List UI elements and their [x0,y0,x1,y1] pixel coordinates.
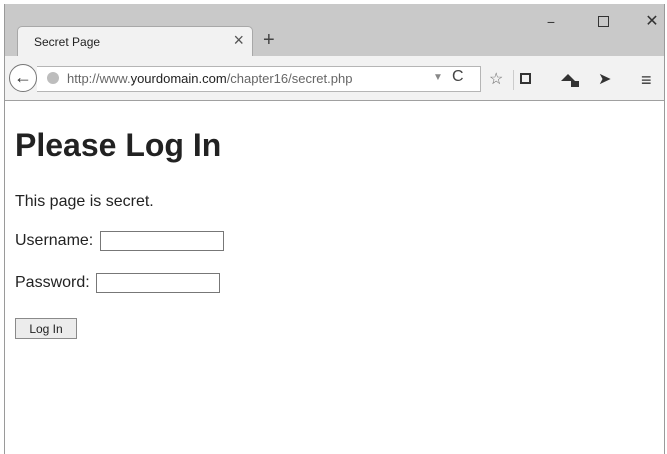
url-domain: yourdomain.com [130,71,227,86]
browser-window: Secret Page × + − ✕ http://www.yourdomai… [4,4,665,454]
menu-icon[interactable]: ≡ [641,71,652,89]
address-bar[interactable]: http://www.yourdomain.com/chapter16/secr… [37,66,481,92]
page-heading: Please Log In [15,127,222,163]
navigation-toolbar: http://www.yourdomain.com/chapter16/secr… [5,56,664,101]
back-arrow-icon: ← [14,67,32,87]
maximize-icon[interactable] [593,14,613,30]
new-tab-icon[interactable]: + [263,29,275,51]
page-content: Please Log In This page is secret. Usern… [5,101,664,454]
site-identity-icon[interactable] [47,72,59,84]
bookmark-star-icon[interactable]: ☆ [489,72,503,88]
reload-icon[interactable]: C [452,68,464,86]
password-row: Password: [15,273,221,293]
tab-secret-page[interactable]: Secret Page × [17,26,253,56]
toolbar-divider [513,70,514,90]
close-window-icon[interactable]: ✕ [642,14,662,30]
log-in-button[interactable]: Log In [15,318,77,339]
secret-message: This page is secret. [15,193,154,210]
tab-close-icon[interactable]: × [233,30,244,50]
minimize-icon[interactable]: − [541,14,561,30]
username-label: Username: [15,232,94,250]
password-input[interactable] [96,273,221,293]
url-prefix: http://www. [67,71,131,86]
username-row: Username: [15,231,224,251]
url-path: /chapter16/secret.php [226,71,353,86]
home-icon[interactable] [561,72,579,88]
url-dropdown-icon[interactable]: ▼ [433,72,443,83]
title-bar: Secret Page × + − ✕ [5,4,664,56]
back-button[interactable]: ← [9,64,37,92]
reading-list-icon[interactable] [520,72,531,88]
password-label: Password: [15,274,90,292]
tab-title: Secret Page [34,35,101,49]
username-input[interactable] [99,231,224,251]
send-page-icon[interactable]: ➤ [598,72,611,88]
url-text: http://www.yourdomain.com/chapter16/secr… [67,71,352,86]
